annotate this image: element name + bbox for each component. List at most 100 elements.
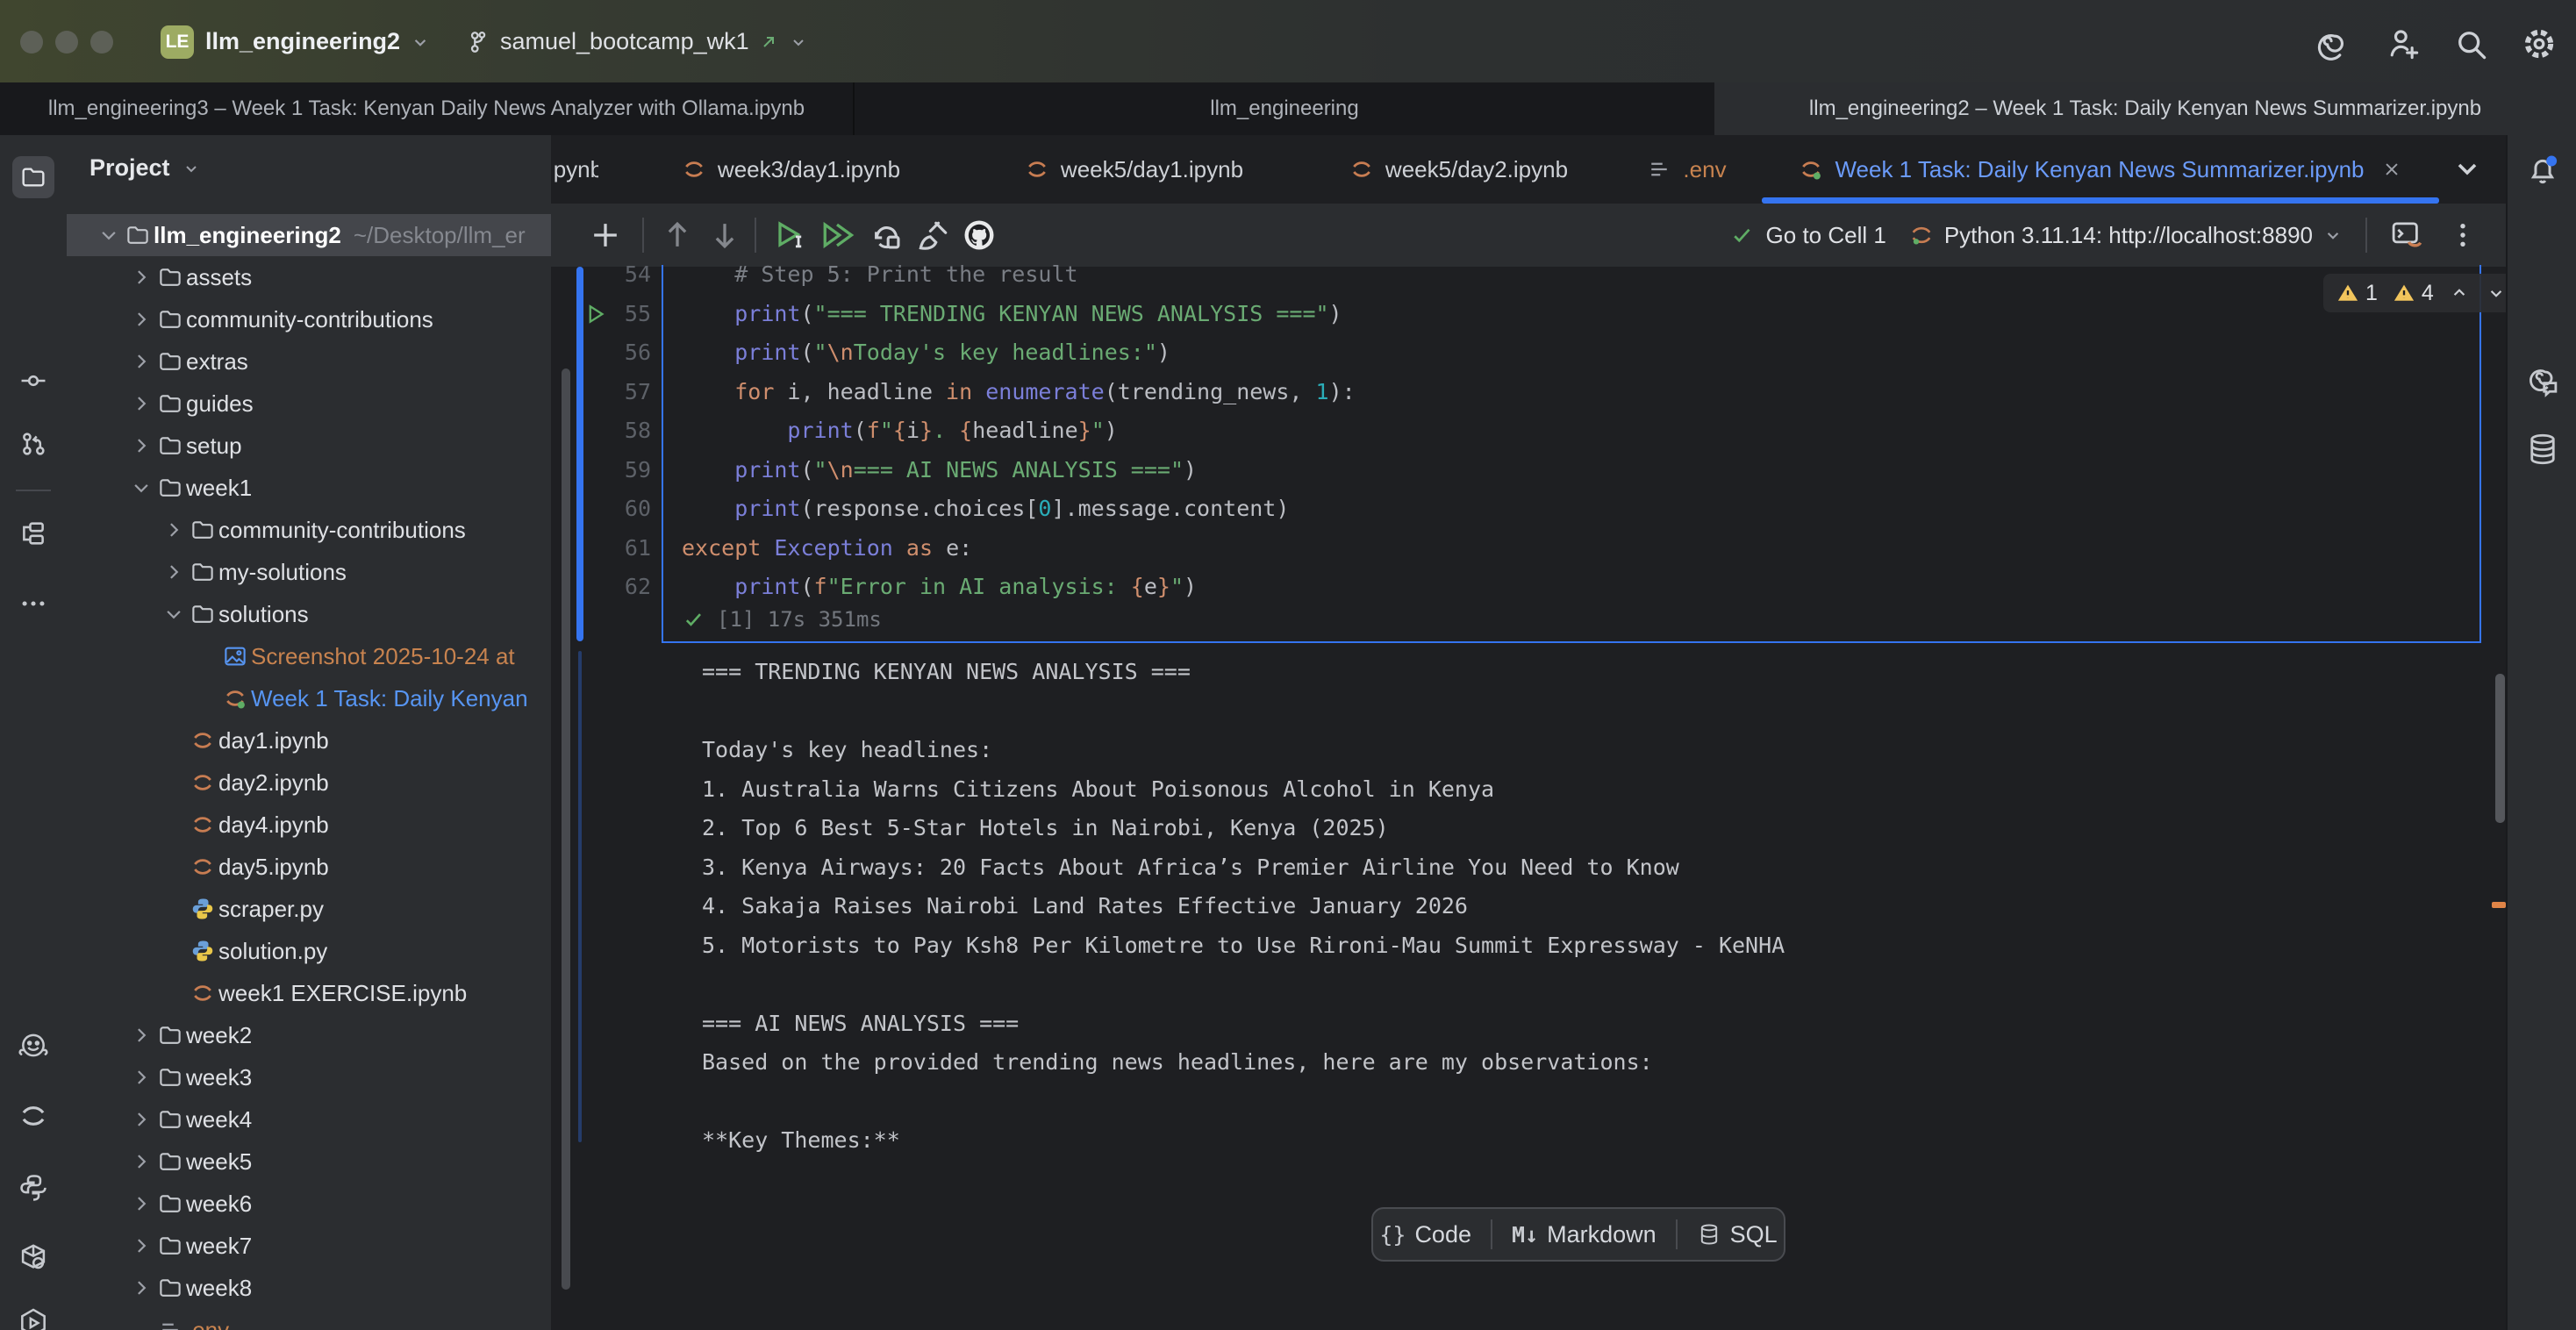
kernel-selector[interactable]: Python 3.11.14: http://localhost:8890 xyxy=(1907,221,2344,249)
project-switcher[interactable]: llm_engineering2 xyxy=(205,28,432,55)
tree-item-week6[interactable]: week6 xyxy=(67,1183,551,1225)
add-sql-cell-button[interactable]: SQL xyxy=(1697,1221,1778,1248)
restart-kernel-button[interactable] xyxy=(867,216,905,254)
tree-item-solution-py[interactable]: solution.py xyxy=(67,930,551,972)
tree-item-community-contributions[interactable]: community-contributions xyxy=(67,509,551,551)
code-line-54[interactable]: 54 # Step 5: Print the result xyxy=(553,255,2474,295)
tree-item-week5[interactable]: week5 xyxy=(67,1141,551,1183)
chevron-right-icon[interactable] xyxy=(128,348,157,375)
tree-item-week2[interactable]: week2 xyxy=(67,1014,551,1056)
editor-tab-env[interactable]: .env xyxy=(1625,135,1748,204)
editor-tab-active-notebook[interactable]: Week 1 Task: Daily Kenyan News Summarize… xyxy=(1762,135,2439,204)
tree-item-week3[interactable]: week3 xyxy=(67,1056,551,1098)
move-cell-up-button[interactable] xyxy=(658,216,697,254)
code-line-61[interactable]: 61except Exception as e: xyxy=(553,529,2474,568)
tree-item-day5-ipynb[interactable]: day5.ipynb xyxy=(67,846,551,888)
chevron-right-icon[interactable] xyxy=(128,1106,157,1133)
chevron-right-icon[interactable] xyxy=(128,1064,157,1090)
tree-item-week-1-task-daily-kenyan[interactable]: Week 1 Task: Daily Kenyan xyxy=(67,677,551,719)
github-button[interactable] xyxy=(960,216,998,254)
run-all-button[interactable] xyxy=(818,216,856,254)
prev-warning-button[interactable] xyxy=(2448,282,2471,304)
editor-tab-partial-ipynb[interactable]: ipynb xyxy=(553,135,598,204)
add-code-cell-button[interactable]: {} Code xyxy=(1379,1221,1471,1248)
structure-tool-button[interactable] xyxy=(12,512,54,554)
huggingface-tool-button[interactable] xyxy=(12,1026,54,1069)
add-user-button[interactable] xyxy=(2385,25,2423,63)
chevron-right-icon[interactable] xyxy=(128,1233,157,1259)
more-tools-button[interactable] xyxy=(12,583,54,625)
window-minimize-button[interactable] xyxy=(55,31,78,54)
chevron-right-icon[interactable] xyxy=(128,306,157,332)
run-cell-button[interactable] xyxy=(770,216,809,254)
chevron-right-icon[interactable] xyxy=(128,1191,157,1217)
tree-item-week1[interactable]: week1 xyxy=(67,467,551,509)
python-packages-tool-button[interactable] xyxy=(12,1237,54,1279)
chevron-down-icon[interactable] xyxy=(161,601,190,627)
ai-chat-tool-button[interactable] xyxy=(2522,360,2564,402)
services-tool-button[interactable] xyxy=(12,1302,54,1330)
ai-assistant-button[interactable] xyxy=(2311,25,2350,63)
commit-tool-button[interactable] xyxy=(12,360,54,402)
more-options-button[interactable] xyxy=(2446,218,2479,252)
tree-item-llm-engineering2[interactable]: llm_engineering2~/Desktop/llm_er xyxy=(67,214,551,256)
tree-item-week4[interactable]: week4 xyxy=(67,1098,551,1141)
tree-item-day2-ipynb[interactable]: day2.ipynb xyxy=(67,762,551,804)
warning-badge-2[interactable]: 4 xyxy=(2392,281,2434,306)
chevron-right-icon[interactable] xyxy=(161,517,190,543)
code-line-57[interactable]: 57 for i, headline in enumerate(trending… xyxy=(553,373,2474,412)
settings-button[interactable] xyxy=(2520,25,2558,63)
tree-item-assets[interactable]: assets xyxy=(67,256,551,298)
code-line-55[interactable]: 55 print("=== TRENDING KENYAN NEWS ANALY… xyxy=(553,295,2474,334)
chevron-down-icon[interactable] xyxy=(128,475,157,501)
code-line-59[interactable]: 59 print("\n=== AI NEWS ANALYSIS ===") xyxy=(553,451,2474,490)
editor-tab-week5-day2[interactable]: week5/day2.ipynb xyxy=(1300,135,1616,204)
tree-item-screenshot-2025-10-24-at[interactable]: Screenshot 2025-10-24 at xyxy=(67,635,551,677)
chevron-right-icon[interactable] xyxy=(128,264,157,290)
run-line-gutter-button[interactable] xyxy=(583,301,609,327)
tree-item-scraper-py[interactable]: scraper.py xyxy=(67,888,551,930)
tree-item-day4-ipynb[interactable]: day4.ipynb xyxy=(67,804,551,846)
code-line-62[interactable]: 62 print(f"Error in AI analysis: {e}") xyxy=(553,568,2474,607)
code-line-58[interactable]: 58 print(f"{i}. {headline}") xyxy=(553,411,2474,451)
project-panel-header[interactable]: Project xyxy=(89,154,202,182)
notifications-button[interactable] xyxy=(2522,149,2564,191)
editor-scrollbar[interactable] xyxy=(2495,674,2505,823)
chevron-right-icon[interactable] xyxy=(128,1275,157,1301)
goto-cell-button[interactable]: Go to Cell 1 xyxy=(1729,222,1886,249)
tree-item-extras[interactable]: extras xyxy=(67,340,551,383)
tree-item-community-contributions[interactable]: community-contributions xyxy=(67,298,551,340)
chevron-right-icon[interactable] xyxy=(161,559,190,585)
window-close-button[interactable] xyxy=(20,31,43,54)
chevron-right-icon[interactable] xyxy=(128,433,157,459)
code-line-56[interactable]: 56 print("\nToday's key headlines:") xyxy=(553,333,2474,373)
code-cell-editor[interactable]: 54 # Step 5: Print the result55 print("=… xyxy=(553,255,2474,607)
warning-badge-1[interactable]: 1 xyxy=(2336,281,2378,306)
chevron-right-icon[interactable] xyxy=(128,1022,157,1048)
tree-item-solutions[interactable]: solutions xyxy=(67,593,551,635)
pull-requests-tool-button[interactable] xyxy=(12,423,54,465)
tree-item-setup[interactable]: setup xyxy=(67,425,551,467)
close-tab-button[interactable] xyxy=(2380,158,2403,181)
clear-outputs-button[interactable] xyxy=(914,216,953,254)
tree-item-day1-ipynb[interactable]: day1.ipynb xyxy=(67,719,551,762)
editor-tab-week5-day1[interactable]: week5/day1.ipynb xyxy=(976,135,1292,204)
tree-item-my-solutions[interactable]: my-solutions xyxy=(67,551,551,593)
tree-item-week1-exercise-ipynb[interactable]: week1 EXERCISE.ipynb xyxy=(67,972,551,1014)
jupyter-console-button[interactable] xyxy=(2388,217,2425,254)
window-tab-llm-engineering[interactable]: llm_engineering xyxy=(855,82,1714,135)
tree-item-week8[interactable]: week8 xyxy=(67,1267,551,1309)
add-cell-button[interactable] xyxy=(586,216,625,254)
jupyter-tool-button[interactable] xyxy=(12,1095,54,1137)
move-cell-down-button[interactable] xyxy=(705,216,744,254)
tree-item-guides[interactable]: guides xyxy=(67,383,551,425)
project-tool-button[interactable] xyxy=(12,156,54,198)
window-tab-llm-engineering2-active[interactable]: llm_engineering2 – Week 1 Task: Daily Ke… xyxy=(1714,82,2576,135)
tree-item--env[interactable]: .env xyxy=(67,1309,551,1330)
window-tab-llm-engineering3[interactable]: llm_engineering3 – Week 1 Task: Kenyan D… xyxy=(0,82,855,135)
next-warning-button[interactable] xyxy=(2485,282,2508,304)
chevron-right-icon[interactable] xyxy=(128,1148,157,1175)
window-zoom-button[interactable] xyxy=(90,31,113,54)
chevron-down-icon[interactable] xyxy=(96,222,125,248)
add-markdown-cell-button[interactable]: M↓ Markdown xyxy=(1512,1221,1657,1248)
